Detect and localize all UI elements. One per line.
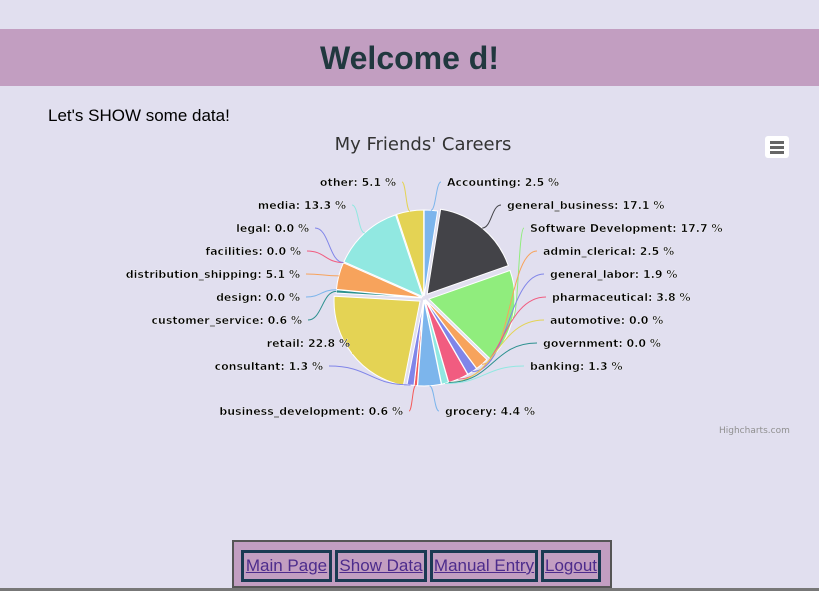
data-label: design: 0.0 % — [216, 291, 300, 304]
data-label: other: 5.1 % — [320, 176, 396, 189]
chart-container: My Friends' Careers Accounting: 2.5 % gen… — [0, 125, 819, 445]
manual-entry-link[interactable]: Manual Entry — [430, 550, 538, 582]
connector-line — [305, 273, 339, 277]
data-label: business_development: 0.6 % — [219, 405, 403, 418]
data-label: banking: 1.3 % — [530, 360, 623, 373]
menu-bar-icon — [770, 151, 784, 154]
data-label: government: 0.0 % — [543, 337, 661, 350]
data-label: general_labor: 1.9 % — [550, 268, 677, 281]
data-label: customer_service: 0.6 % — [152, 314, 302, 327]
connector-line — [408, 385, 417, 412]
page-title: Welcome d! — [320, 40, 499, 76]
intro-text: Let's SHOW some data! — [48, 106, 230, 125]
connector-line — [429, 385, 440, 412]
logout-link[interactable]: Logout — [541, 550, 601, 582]
chart-title: My Friends' Careers — [335, 134, 512, 155]
chart-credits[interactable]: Highcharts.com — [719, 426, 790, 436]
data-label: automotive: 0.0 % — [550, 314, 663, 327]
data-label: grocery: 4.4 % — [445, 405, 535, 418]
connector-line — [401, 181, 411, 212]
show-data-link[interactable]: Show Data — [335, 550, 427, 582]
data-label: Accounting: 2.5 % — [447, 176, 559, 189]
chart-menu-button[interactable] — [765, 136, 789, 158]
data-label: pharmaceutical: 3.8 % — [552, 291, 691, 304]
data-label: media: 13.3 % — [258, 199, 346, 212]
connector-line — [305, 289, 337, 298]
connector-line — [307, 290, 337, 321]
connector-line — [430, 181, 442, 211]
data-label: admin_clerical: 2.5 % — [543, 245, 674, 258]
header-bar: Welcome d! — [0, 29, 819, 86]
menu-bar-icon — [770, 141, 784, 144]
menu-bar-icon — [770, 146, 784, 149]
data-label: general_business: 17.1 % — [507, 199, 664, 212]
data-label: consultant: 1.3 % — [215, 360, 323, 373]
pie-slices — [333, 208, 516, 387]
data-label: retail: 22.8 % — [267, 337, 350, 350]
bottom-nav: Main Page Show Data Manual Entry Logout — [232, 540, 612, 588]
connector-line — [314, 227, 344, 264]
data-label: facilities: 0.0 % — [205, 245, 301, 258]
main-page-link[interactable]: Main Page — [241, 550, 332, 582]
connector-line — [351, 204, 366, 234]
connector-line — [482, 204, 502, 229]
pie-chart: My Friends' Careers Accounting: 2.5 % gen… — [126, 134, 723, 418]
data-label: Software Development: 17.7 % — [530, 222, 722, 235]
data-label: distribution_shipping: 5.1 % — [126, 268, 300, 281]
data-label: legal: 0.0 % — [236, 222, 309, 235]
